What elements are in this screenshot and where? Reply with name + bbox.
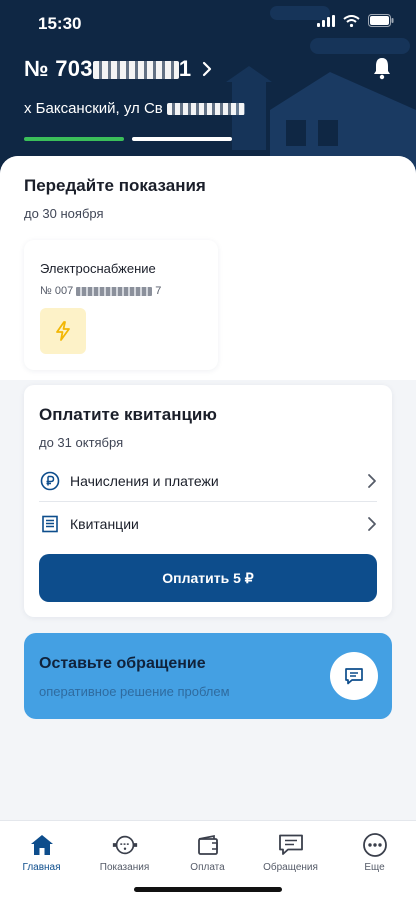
appeal-subtitle: оперативное решение проблем [39, 684, 230, 699]
ruble-circle-icon [39, 470, 61, 492]
payment-deadline: до 31 октября [39, 435, 124, 450]
signal-icon [317, 14, 335, 27]
readings-title: Передайте показания [24, 176, 206, 195]
wifi-icon [343, 14, 360, 27]
receipts-row[interactable]: Квитанции [39, 503, 377, 545]
meter-icon-box [40, 308, 86, 354]
meter-icon [111, 832, 139, 858]
meter-number: № 007 7 [40, 285, 162, 297]
appeal-card[interactable]: Оставьте обращение оперативное решение п… [24, 633, 392, 719]
tab-label: Обращения [263, 862, 318, 873]
home-indicator [134, 887, 282, 892]
chevron-right-icon [203, 61, 212, 77]
charges-and-payments-row[interactable]: Начисления и платежи [39, 460, 377, 502]
payment-title: Оплатите квитанцию [39, 405, 217, 424]
status-icons [317, 14, 394, 27]
chevron-right-icon [368, 473, 376, 488]
tab-appeals[interactable]: Обращения [249, 821, 332, 873]
meter-title: Электроснабжение [40, 261, 156, 276]
charges-label: Начисления и платежи [70, 472, 219, 489]
page-indicator [132, 137, 232, 141]
home-icon [28, 832, 56, 858]
meter-number-mask [76, 286, 153, 296]
tab-home[interactable]: Главная [0, 821, 83, 873]
appeal-title: Оставьте обращение [39, 655, 206, 672]
tab-label: Еще [364, 862, 385, 873]
meter-card[interactable]: Электроснабжение № 007 7 [24, 240, 218, 370]
status-time: 15:30 [38, 14, 82, 33]
bell-icon [374, 58, 390, 80]
main-content: Передайте показания до 30 ноября Электро… [0, 156, 416, 820]
receipts-label: Квитанции [70, 516, 139, 532]
battery-icon [368, 14, 394, 27]
tab-payment[interactable]: Оплата [166, 821, 249, 873]
tab-label: Главная [22, 862, 61, 873]
address-mask [166, 102, 245, 115]
receipt-icon [39, 513, 61, 535]
payment-card: Оплатите квитанцию до 31 октября Начисле… [24, 385, 392, 617]
tab-readings[interactable]: Показания [83, 821, 166, 873]
tab-label: Оплата [190, 862, 225, 873]
lightning-icon [56, 321, 70, 341]
tab-more[interactable]: Еще [333, 821, 416, 873]
message-icon [345, 668, 363, 685]
account-number: № 703 1 [24, 56, 192, 81]
screen: 15:30 № 703 1 х Баксанский, ул Св Переда… [0, 0, 416, 900]
pay-button[interactable]: Оплатить 5 ₽ [39, 554, 377, 602]
account-number-mask [92, 61, 179, 80]
readings-deadline: до 30 ноября [24, 206, 104, 221]
notifications-button[interactable] [372, 56, 392, 85]
more-icon [361, 832, 389, 858]
status-bar: 15:30 [0, 0, 416, 46]
address: х Баксанский, ул Св [24, 100, 245, 117]
chat-icon [277, 832, 305, 858]
appeal-button[interactable] [330, 652, 378, 700]
header: 15:30 № 703 1 х Баксанский, ул Св [0, 0, 416, 180]
tab-label: Показания [99, 862, 150, 873]
account-selector[interactable]: № 703 1 [24, 56, 213, 82]
wallet-icon [194, 832, 222, 858]
chevron-right-icon [368, 517, 376, 531]
page-indicator-active [24, 137, 124, 141]
